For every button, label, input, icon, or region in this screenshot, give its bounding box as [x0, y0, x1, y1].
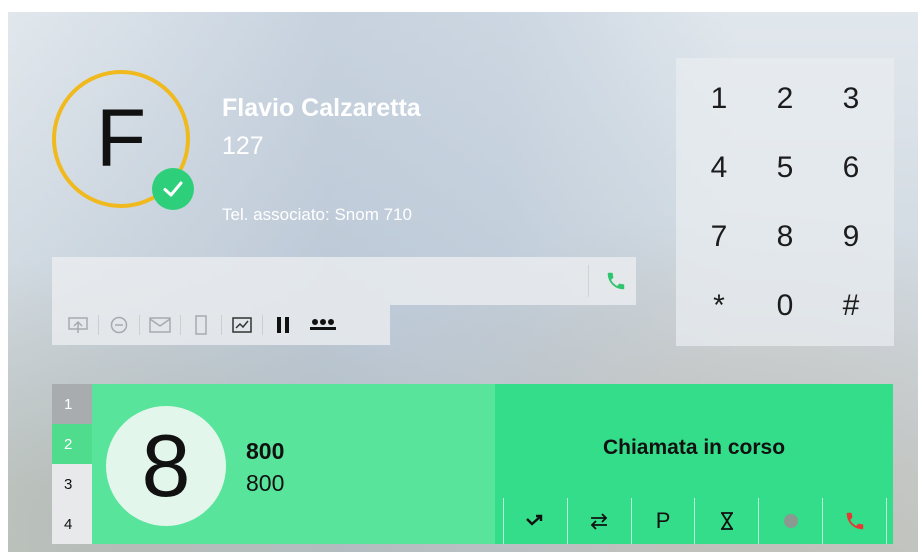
- user-extension: 127: [222, 132, 264, 160]
- hold-button[interactable]: [694, 498, 758, 544]
- key-5[interactable]: 5: [752, 133, 818, 202]
- line-tabs: 1 2 3 4: [52, 384, 92, 544]
- key-star[interactable]: *: [686, 271, 752, 340]
- record-icon: [783, 514, 798, 528]
- pause-button[interactable]: [263, 310, 303, 340]
- key-2[interactable]: 2: [752, 64, 818, 133]
- group-icon: [310, 319, 336, 330]
- key-6[interactable]: 6: [818, 133, 884, 202]
- key-hash[interactable]: #: [818, 271, 884, 340]
- caller-initial: 8: [141, 416, 191, 515]
- line-tab-3[interactable]: 3: [52, 464, 92, 504]
- transfer-button[interactable]: [503, 498, 567, 544]
- call-status: Chiamata in corso: [602, 436, 786, 459]
- check-icon: [163, 181, 183, 197]
- dial-input[interactable]: [52, 257, 586, 305]
- forward-icon: [68, 317, 88, 333]
- voicemail-icon: [149, 317, 171, 333]
- mobile-button[interactable]: [181, 310, 221, 340]
- available-status-icon: [152, 168, 194, 210]
- swap-icon: [590, 513, 608, 530]
- hangup-icon: [846, 512, 863, 530]
- call-controls-panel: Chiamata in corso P: [495, 384, 893, 544]
- key-8[interactable]: 8: [752, 202, 818, 271]
- voicemail-button[interactable]: [140, 310, 180, 340]
- forward-button[interactable]: [58, 310, 98, 340]
- line-tab-1[interactable]: 1: [52, 384, 92, 424]
- keypad: 1 2 3 4 5 6 7 8 9 * 0 #: [676, 58, 894, 346]
- do-not-disturb-button[interactable]: [99, 310, 139, 340]
- call-actions: P: [503, 498, 887, 544]
- mobile-icon: [195, 315, 207, 335]
- key-9[interactable]: 9: [818, 202, 884, 271]
- line-tab-4[interactable]: 4: [52, 504, 92, 544]
- active-call-info: 8 800 800: [92, 384, 495, 544]
- associated-phone: Tel. associato: Snom 710: [222, 205, 412, 224]
- record-button[interactable]: [758, 498, 822, 544]
- hold-hourglass-icon: [720, 512, 733, 530]
- key-3[interactable]: 3: [818, 64, 884, 133]
- caller-number: 800: [246, 470, 285, 496]
- swap-button[interactable]: [566, 498, 631, 544]
- call-button[interactable]: [598, 263, 634, 299]
- do-not-disturb-icon: [110, 316, 128, 334]
- statistics-button[interactable]: [222, 310, 262, 340]
- key-1[interactable]: 1: [686, 64, 752, 133]
- statistics-icon: [232, 317, 252, 333]
- divider: [588, 265, 589, 297]
- phone-icon: [607, 272, 625, 290]
- key-4[interactable]: 4: [686, 133, 752, 202]
- park-button[interactable]: P: [630, 498, 695, 544]
- phone-app-screen: F Flavio Calzaretta 127 Tel. associato: …: [8, 12, 918, 552]
- transfer-icon: [526, 514, 543, 526]
- user-name: Flavio Calzaretta: [222, 94, 421, 122]
- pause-icon: [277, 317, 289, 333]
- hangup-button[interactable]: [822, 498, 887, 544]
- key-7[interactable]: 7: [686, 202, 752, 271]
- line-tab-2[interactable]: 2: [52, 424, 92, 464]
- key-0[interactable]: 0: [752, 271, 818, 340]
- caller-name: 800: [246, 438, 285, 464]
- dial-bar: [52, 257, 636, 305]
- group-button[interactable]: [303, 310, 343, 340]
- user-initial: F: [95, 93, 147, 184]
- caller-avatar: 8: [106, 406, 226, 526]
- phone-toolbar: [52, 305, 390, 345]
